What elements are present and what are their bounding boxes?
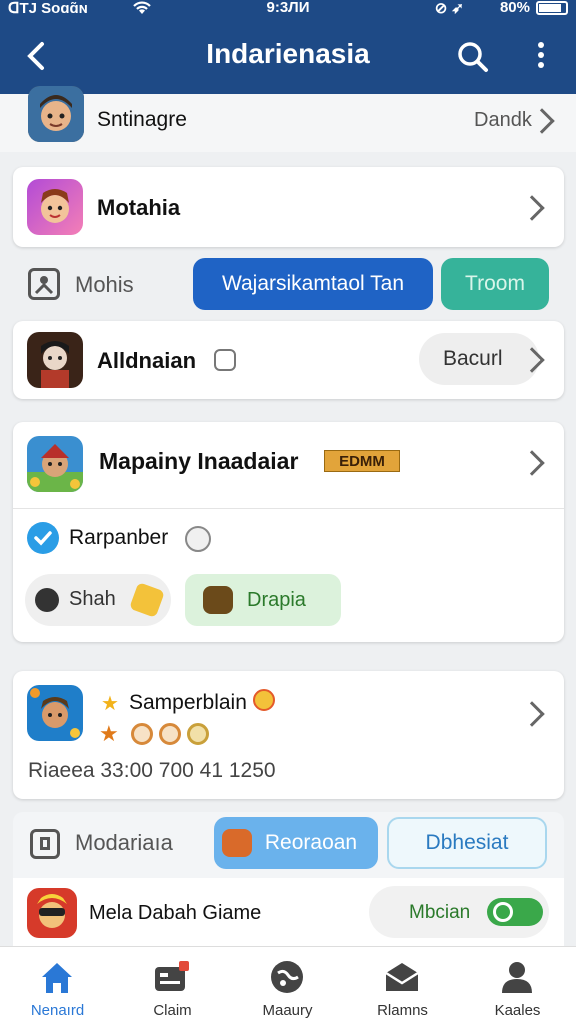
mail-icon [385,963,419,991]
nav-label: Maaury [262,1002,313,1019]
chevron-right-icon [519,195,545,221]
refresh-icon [493,902,513,922]
gear-icon [35,588,59,612]
face-icon [222,829,252,857]
item-title: Samperblain [129,691,247,714]
battery-icon [536,1,568,15]
item-title: Alldnaian [97,348,197,373]
clover-icon [129,582,165,618]
profile-icon [28,268,60,300]
emoji-icon [253,689,275,711]
bottom-navigation: Nenaırd Claim Maaury Rlamns Kaales [0,946,576,1024]
item-action: Dandk [474,109,532,131]
search-icon [458,42,488,72]
home-icon [42,963,72,993]
star-icon: ★ [99,721,119,746]
chip-label: Mbcian [409,902,471,923]
list-item[interactable]: Sntinagre Dandk [0,86,576,152]
nav-item-claim[interactable]: Claim [115,947,230,1024]
game-card[interactable]: Mapainy Inaadaiar EDMM Rarpanber Shah Dr… [13,422,564,642]
chip-label: Drapia [247,589,306,611]
section-header: Modariaıa Reoraoan Dbhesiat [13,812,564,878]
game-avatar-icon [27,332,83,388]
section-label: Mohis [75,272,134,297]
item-title: Sntinagre [97,108,187,131]
chevron-right-icon [519,701,545,727]
account-name: Rarpanber [69,526,169,549]
document-icon [30,829,60,859]
list-item[interactable]: Motahia [13,167,564,247]
game-avatar-icon [27,685,83,741]
search-button[interactable] [454,38,492,76]
chevron-right-icon [529,108,555,134]
coin-icon [131,723,153,745]
chevron-right-icon [519,450,545,476]
game-avatar-icon [27,436,83,492]
more-options-button[interactable] [530,40,552,74]
primary-button[interactable]: Wajarsikamtaol Tan [193,258,433,310]
toggle-switch[interactable] [487,898,543,926]
ticket-icon [155,961,189,991]
game-avatar-icon [27,179,83,235]
divider [13,508,564,509]
item-title: Mapainy Inaadaiar [99,448,299,474]
list-item[interactable]: Alldnaian Bacurl [13,321,564,399]
chip[interactable]: Drapia [185,574,341,626]
status-bar: ᗡΤЈ Soɑɑ̃ɴ 9:3ЛИ ⊘ ➶ 80% [0,0,576,18]
location-icon: ⊘ ➶ [434,0,464,17]
item-detail: Riaeea 33:00 700 41 1250 [28,759,276,782]
secondary-button[interactable]: Dbhesiat [387,817,547,869]
clock: 9:3ЛИ [266,0,310,16]
section-label: Modariaıa [75,830,173,855]
nav-item-home[interactable]: Nenaırd [0,947,115,1024]
star-icon: ★ [101,693,119,715]
face-icon [203,586,233,614]
more-dot [538,42,544,48]
chip-label: Bacurl [443,347,503,370]
more-dot [538,52,544,58]
controller-icon [214,349,236,371]
bird-icon [27,522,59,554]
nav-label: Nenaırd [30,1002,85,1019]
nav-label: Kaales [494,1002,541,1019]
document-icon-inner [40,837,50,850]
nav-label: Claim [153,1002,192,1019]
globe-icon [271,961,303,993]
action-chip[interactable]: Mbcian [369,886,549,938]
item-title: Mela Dabah Giame [89,902,262,924]
nav-label: Rlamns [377,1002,428,1019]
badge: EDMM [324,450,400,472]
coin-icon [187,723,209,745]
nav-item-profile[interactable]: Kaales [460,947,575,1024]
secondary-button[interactable]: Troom [441,258,549,310]
item-title: Motahia [97,195,181,220]
emoji-icon [185,526,211,552]
game-avatar-icon [28,86,84,142]
game-card[interactable]: ★ Samperblain ★ Riaeea 33:00 700 41 1250 [13,671,564,799]
chip[interactable]: Shah [25,574,171,626]
button-label: Reoraoan [264,831,358,854]
app-header: ᗡΤЈ Soɑɑ̃ɴ 9:3ЛИ ⊘ ➶ 80% Indarienasia [0,0,576,94]
game-avatar-icon [27,888,77,938]
coin-icon [159,723,181,745]
nav-item-mail[interactable]: Rlamns [345,947,460,1024]
chip-label: Shah [69,588,116,610]
list-item[interactable]: Mela Dabah Giame Mbcian [13,878,564,946]
more-dot [538,62,544,68]
nav-item-globe[interactable]: Maaury [230,947,345,1024]
person-icon [502,962,532,993]
battery-percent: 80% [499,0,530,16]
primary-button[interactable]: Reoraoan [214,817,378,869]
